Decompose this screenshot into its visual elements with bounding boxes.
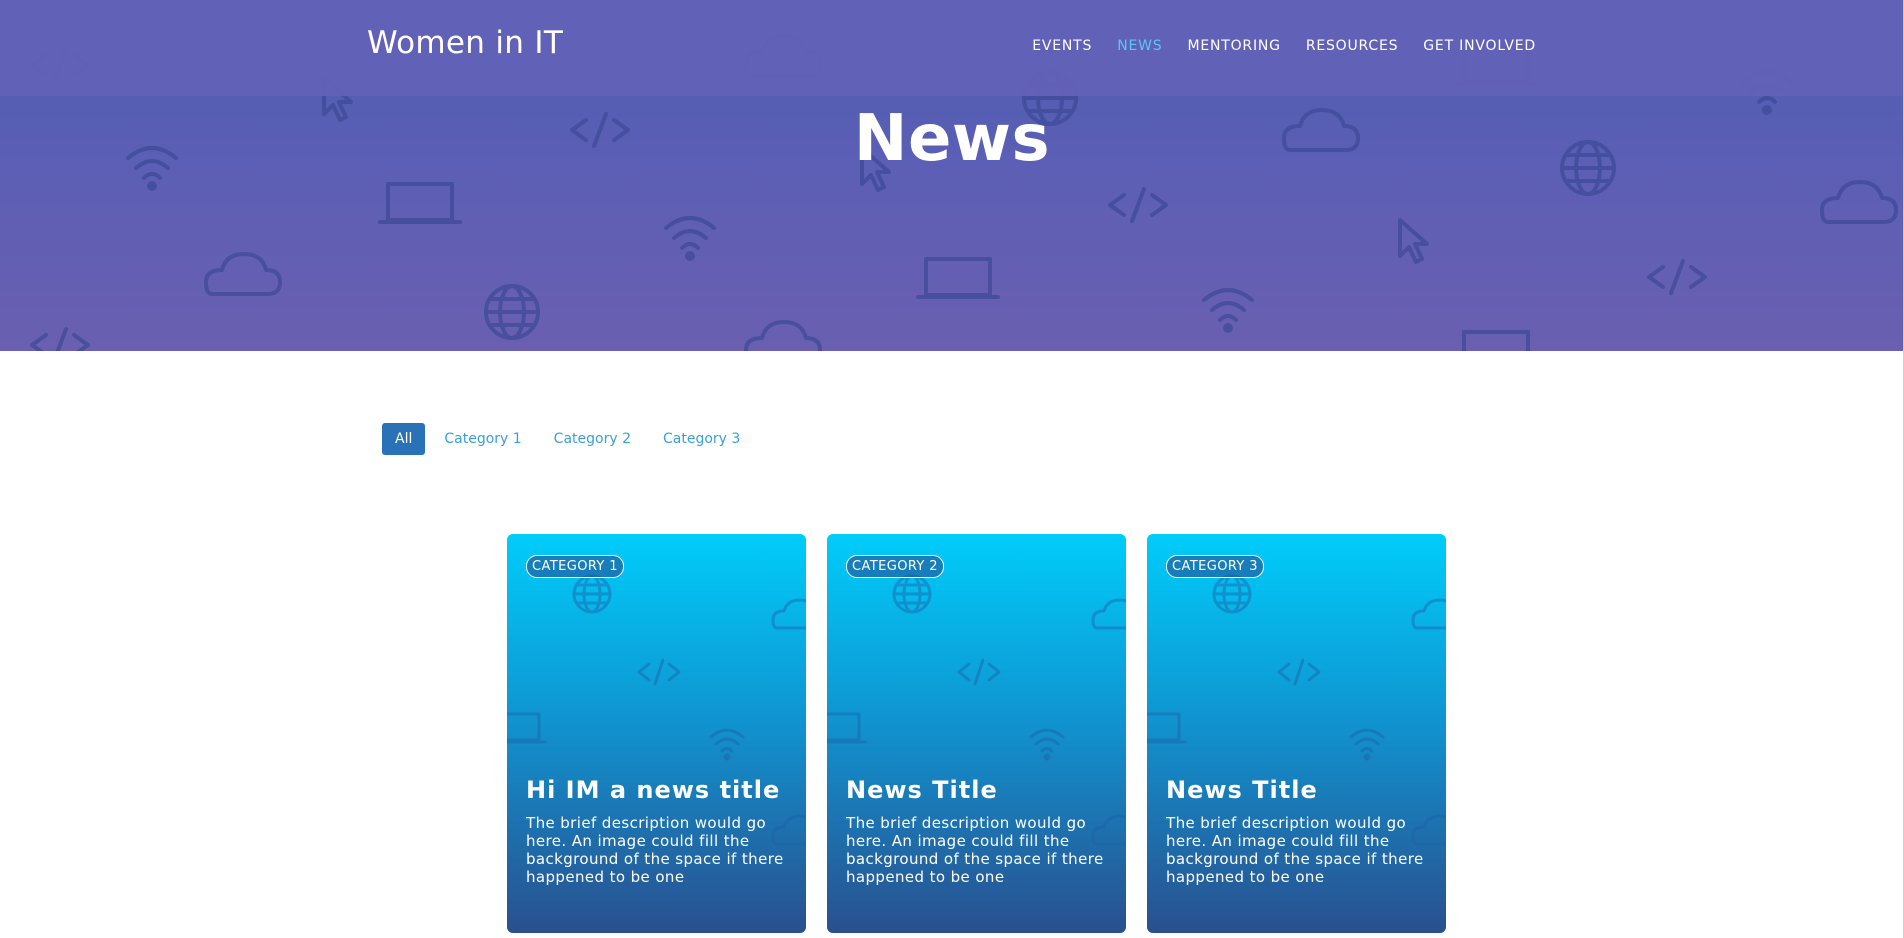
code-icon bbox=[30, 327, 90, 351]
category-badge: CATEGORY 3 bbox=[1166, 555, 1264, 578]
globe-icon bbox=[1212, 574, 1252, 614]
laptop-icon bbox=[507, 712, 547, 744]
globe-icon bbox=[484, 284, 540, 340]
card-title: Hi IM a news title bbox=[526, 776, 781, 804]
wifi-icon bbox=[1029, 728, 1065, 761]
nav-link-resources[interactable]: RESOURCES bbox=[1306, 38, 1398, 54]
news-card[interactable]: CATEGORY 3 News Title The brief descript… bbox=[1147, 534, 1446, 933]
nav-link-events[interactable]: EVENTS bbox=[1032, 38, 1092, 54]
card-description: The brief description would go here. An … bbox=[846, 814, 1104, 886]
laptop-icon bbox=[1462, 330, 1530, 351]
card-title: News Title bbox=[846, 776, 998, 804]
cursor-icon bbox=[1398, 218, 1429, 264]
hero-banner: Women in IT EVENTS NEWS MENTORING RESOUR… bbox=[0, 0, 1904, 351]
code-icon bbox=[1647, 259, 1707, 295]
category-filter-bar: All Category 1 Category 2 Category 3 bbox=[382, 423, 759, 455]
globe-icon bbox=[572, 574, 612, 614]
nav-link-get-involved[interactable]: GET INVOLVED bbox=[1423, 38, 1536, 54]
filter-category-2-button[interactable]: Category 2 bbox=[541, 423, 644, 455]
navbar: Women in IT EVENTS NEWS MENTORING RESOUR… bbox=[0, 0, 1904, 96]
card-description: The brief description would go here. An … bbox=[526, 814, 784, 886]
card-title: News Title bbox=[1166, 776, 1318, 804]
cloud-icon bbox=[1411, 598, 1446, 630]
category-badge: CATEGORY 2 bbox=[846, 555, 944, 578]
laptop-icon bbox=[827, 712, 867, 744]
nav-link-news[interactable]: NEWS bbox=[1117, 38, 1162, 54]
cloud-icon bbox=[204, 252, 282, 296]
main-nav: EVENTS NEWS MENTORING RESOURCES GET INVO… bbox=[1032, 38, 1536, 54]
card-description: The brief description would go here. An … bbox=[1166, 814, 1424, 886]
code-icon bbox=[1108, 187, 1168, 223]
code-icon bbox=[1277, 658, 1321, 686]
wifi-icon bbox=[1202, 288, 1254, 333]
laptop-icon bbox=[1147, 712, 1187, 744]
wifi-icon bbox=[1349, 728, 1385, 761]
cloud-icon bbox=[771, 598, 806, 630]
nav-link-mentoring[interactable]: MENTORING bbox=[1187, 38, 1280, 54]
cloud-icon bbox=[744, 320, 822, 351]
laptop-icon bbox=[378, 182, 462, 224]
category-badge: CATEGORY 1 bbox=[526, 555, 624, 578]
wifi-icon bbox=[664, 216, 716, 261]
brand-logo[interactable]: Women in IT bbox=[367, 25, 563, 61]
news-card[interactable]: CATEGORY 1 Hi IM a news title The brief … bbox=[507, 534, 806, 933]
wifi-icon bbox=[709, 728, 745, 761]
cloud-icon bbox=[1091, 598, 1126, 630]
cloud-icon bbox=[1820, 180, 1898, 224]
laptop-icon bbox=[916, 257, 1000, 299]
news-card[interactable]: CATEGORY 2 News Title The brief descript… bbox=[827, 534, 1126, 933]
page-title: News bbox=[853, 102, 1051, 176]
filter-all-button[interactable]: All bbox=[382, 423, 426, 455]
globe-icon bbox=[892, 574, 932, 614]
code-icon bbox=[957, 658, 1001, 686]
code-icon bbox=[637, 658, 681, 686]
filter-category-3-button[interactable]: Category 3 bbox=[650, 423, 753, 455]
filter-category-1-button[interactable]: Category 1 bbox=[431, 423, 534, 455]
